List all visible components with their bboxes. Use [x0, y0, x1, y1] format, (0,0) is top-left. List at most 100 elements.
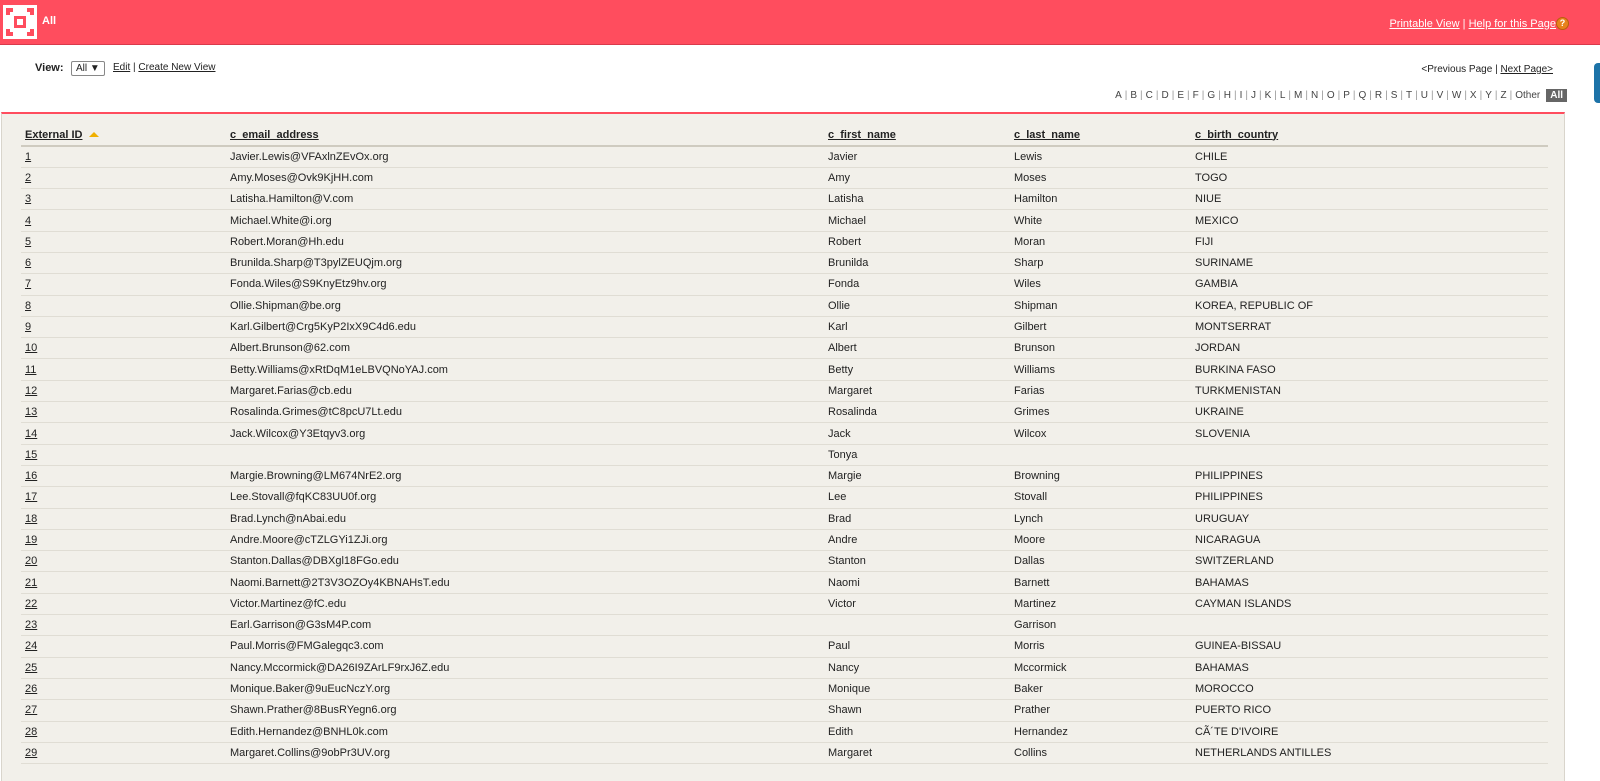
next-page-link[interactable]: Next Page> — [1500, 64, 1553, 75]
help-icon[interactable]: ? — [1556, 17, 1569, 30]
alphabet-filter-q[interactable]: Q — [1356, 90, 1370, 101]
alphabet-filter-o[interactable]: O — [1324, 90, 1338, 101]
record-link[interactable]: 21 — [25, 577, 37, 589]
alphabet-filter-v[interactable]: V — [1434, 90, 1447, 101]
external-id-cell: 2 — [21, 167, 226, 190]
alphabet-filter-r[interactable]: R — [1372, 90, 1385, 101]
table-row: 4 Michael.White@i.org Michael White MEXICO — [21, 209, 1548, 232]
view-select[interactable]: All ▼ — [71, 61, 105, 76]
first-name-cell: Fonda — [824, 273, 1010, 296]
alphabet-filter-g[interactable]: G — [1204, 90, 1218, 101]
last-name-cell: Dallas — [1010, 550, 1191, 573]
record-link[interactable]: 20 — [25, 555, 37, 567]
side-panel-tab[interactable] — [1594, 63, 1600, 103]
record-link[interactable]: 3 — [25, 193, 31, 205]
birth-country-cell: NETHERLANDS ANTILLES — [1191, 742, 1548, 765]
record-link[interactable]: 19 — [25, 534, 37, 546]
birth-country-cell: FIJI — [1191, 231, 1548, 253]
last-name-cell: Stovall — [1010, 486, 1191, 509]
record-link[interactable]: 13 — [25, 406, 37, 418]
column-header-first-name[interactable]: c_first_name — [824, 124, 1010, 147]
last-name-cell: Hamilton — [1010, 188, 1191, 211]
table-row: 19 Andre.Moore@cTZLGYi1ZJi.org Andre Moore N… — [21, 529, 1548, 552]
last-name-cell: Moran — [1010, 231, 1191, 253]
first-name-cell: Lee — [824, 486, 1010, 509]
alphabet-filter-z[interactable]: Z — [1497, 90, 1509, 101]
alphabet-filter-d[interactable]: D — [1159, 90, 1172, 101]
pager-separator: | — [1495, 64, 1498, 75]
record-link[interactable]: 23 — [25, 619, 37, 631]
last-name-cell: Mccormick — [1010, 657, 1191, 679]
alphabet-filter-all[interactable]: All — [1546, 89, 1567, 102]
record-link[interactable]: 18 — [25, 513, 37, 525]
record-link[interactable]: 1 — [25, 151, 31, 163]
column-header-birth-country[interactable]: c_birth_country — [1191, 124, 1548, 147]
record-link[interactable]: 2 — [25, 172, 31, 184]
record-link[interactable]: 11 — [25, 364, 36, 376]
record-link[interactable]: 24 — [25, 640, 37, 652]
alphabet-filter-j[interactable]: J — [1248, 90, 1259, 101]
previous-page-link[interactable]: <Previous Page — [1421, 64, 1492, 75]
record-link[interactable]: 7 — [25, 278, 31, 290]
alphabet-filter-y[interactable]: Y — [1482, 90, 1495, 101]
external-id-cell: 25 — [21, 657, 226, 679]
alphabet-filter-c[interactable]: C — [1143, 90, 1156, 101]
alphabet-filter-a[interactable]: A — [1112, 90, 1125, 101]
record-link[interactable]: 16 — [25, 470, 37, 482]
last-name-cell: Williams — [1010, 358, 1191, 381]
alphabet-filter-f[interactable]: F — [1190, 90, 1202, 101]
column-header-email[interactable]: c_email_address — [226, 124, 824, 147]
record-link[interactable]: 12 — [25, 385, 37, 397]
record-link[interactable]: 29 — [25, 747, 37, 759]
record-link[interactable]: 28 — [25, 726, 37, 738]
create-new-view-link[interactable]: Create New View — [138, 62, 215, 73]
record-link[interactable]: 8 — [25, 300, 31, 312]
record-link[interactable]: 4 — [25, 215, 31, 227]
record-link[interactable]: 9 — [25, 321, 31, 333]
first-name-cell: Edith — [824, 721, 1010, 743]
alphabet-filter-l[interactable]: L — [1277, 90, 1289, 101]
app-logo-icon[interactable] — [3, 5, 37, 39]
email-cell: Lee.Stovall@fqKC83UU0f.org — [226, 486, 824, 509]
record-link[interactable]: 5 — [25, 236, 31, 248]
record-link[interactable]: 17 — [25, 491, 37, 503]
email-cell: Nancy.Mccormick@DA26I9ZArLF9rxJ6Z.edu — [226, 657, 824, 679]
table-row: 27 Shawn.Prather@8BusRYegn6.org Shawn Prath… — [21, 699, 1548, 722]
alphabet-filter-w[interactable]: W — [1449, 90, 1464, 101]
alphabet-filter-k[interactable]: K — [1262, 90, 1275, 101]
alphabet-filter-e[interactable]: E — [1174, 90, 1187, 101]
last-name-cell: Sharp — [1010, 252, 1191, 275]
alphabet-filter-t[interactable]: T — [1403, 90, 1415, 101]
alphabet-filter-i[interactable]: I — [1237, 90, 1246, 101]
first-name-cell: Brad — [824, 508, 1010, 530]
help-link[interactable]: Help for this Page — [1469, 18, 1556, 30]
alphabet-filter-p[interactable]: P — [1340, 90, 1353, 101]
email-cell: Margaret.Collins@9obPr3UV.org — [226, 742, 824, 765]
alphabet-filter-n[interactable]: N — [1308, 90, 1321, 101]
email-cell: Stanton.Dallas@DBXgl18FGo.edu — [226, 550, 824, 573]
alphabet-filter-h[interactable]: H — [1221, 90, 1234, 101]
alphabet-filter-u[interactable]: U — [1418, 90, 1431, 101]
external-id-cell: 4 — [21, 209, 226, 232]
record-link[interactable]: 22 — [25, 598, 37, 610]
printable-view-link[interactable]: Printable View — [1389, 18, 1459, 30]
alphabet-filter-m[interactable]: M — [1291, 90, 1305, 101]
external-id-cell: 10 — [21, 337, 226, 360]
record-link[interactable]: 27 — [25, 704, 37, 716]
record-link[interactable]: 14 — [25, 428, 37, 440]
alphabet-filter-b[interactable]: B — [1127, 90, 1140, 101]
record-link[interactable]: 26 — [25, 683, 37, 695]
edit-view-link[interactable]: Edit — [113, 62, 130, 73]
record-link[interactable]: 10 — [25, 342, 37, 354]
birth-country-cell: TOGO — [1191, 167, 1548, 190]
email-cell: Edith.Hernandez@BNHL0k.com — [226, 721, 824, 743]
sort-ascending-icon — [89, 131, 100, 137]
alphabet-filter-s[interactable]: S — [1388, 90, 1401, 101]
alphabet-filter-other[interactable]: Other — [1512, 90, 1543, 101]
record-link[interactable]: 6 — [25, 257, 31, 269]
column-header-external-id[interactable]: External ID — [21, 124, 226, 147]
column-header-last-name[interactable]: c_last_name — [1010, 124, 1191, 147]
alphabet-filter-x[interactable]: X — [1467, 90, 1480, 101]
record-link[interactable]: 25 — [25, 662, 37, 674]
record-link[interactable]: 15 — [25, 449, 37, 461]
